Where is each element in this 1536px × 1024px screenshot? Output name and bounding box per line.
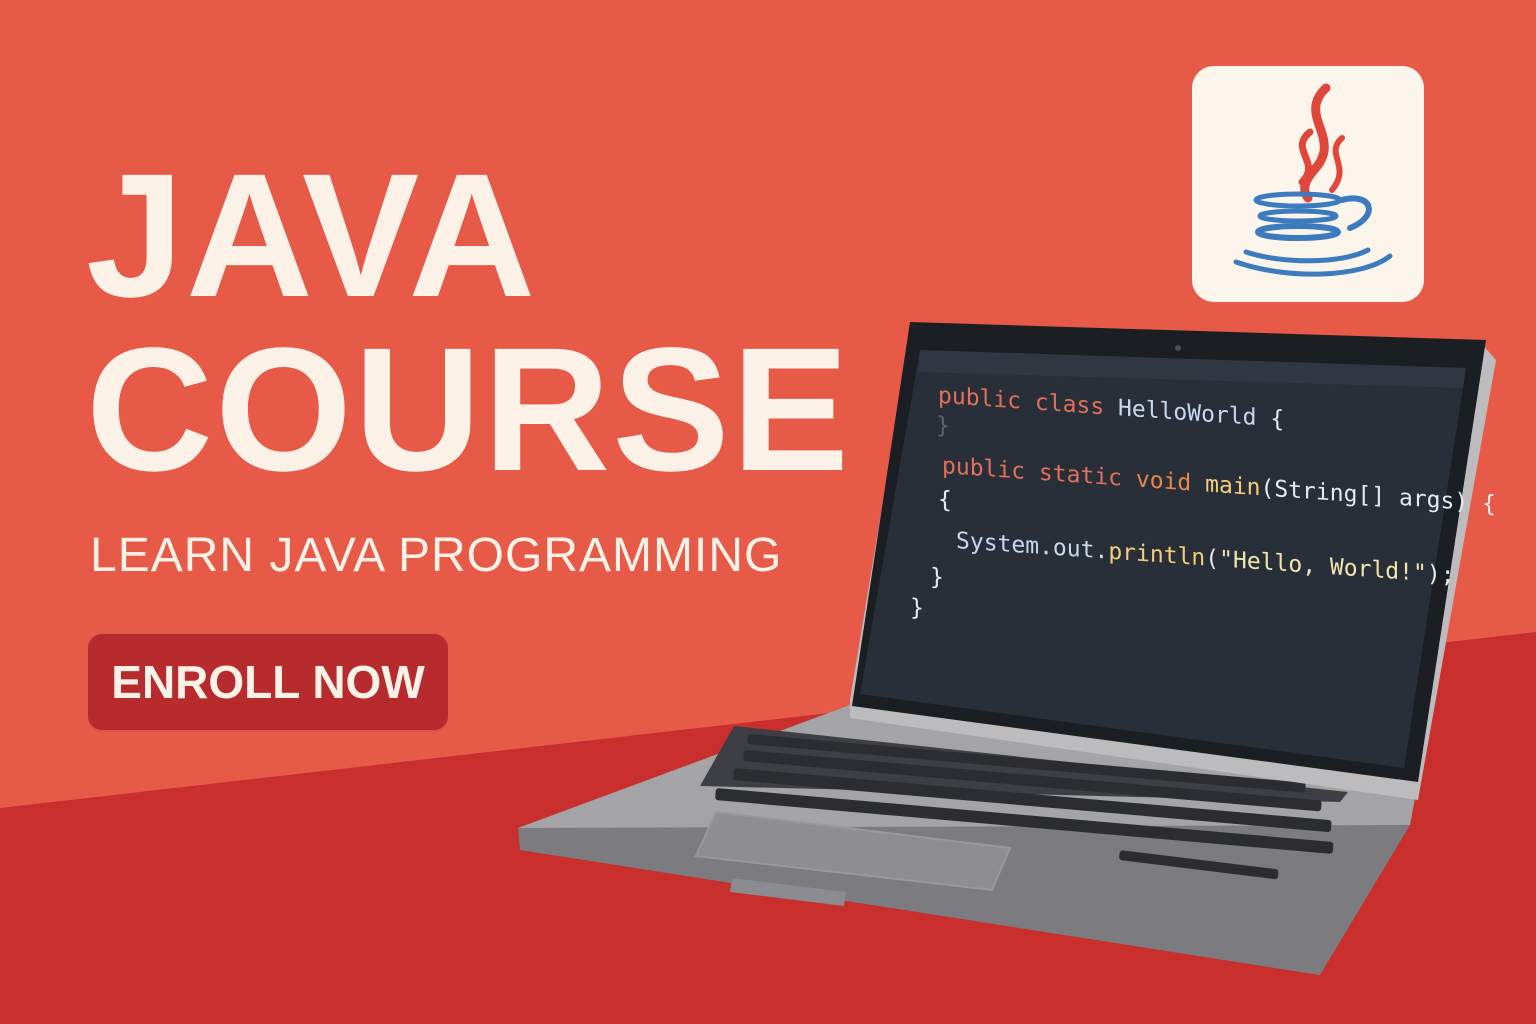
title-line-java: JAVA <box>86 138 538 334</box>
java-coffee-cup-icon <box>1233 83 1393 277</box>
title-line-course: COURSE <box>86 312 851 508</box>
java-logo-card <box>1192 66 1424 302</box>
enroll-now-button[interactable]: ENROLL NOW <box>88 634 448 730</box>
subtitle: LEARN JAVA PROGRAMMING <box>90 529 783 582</box>
